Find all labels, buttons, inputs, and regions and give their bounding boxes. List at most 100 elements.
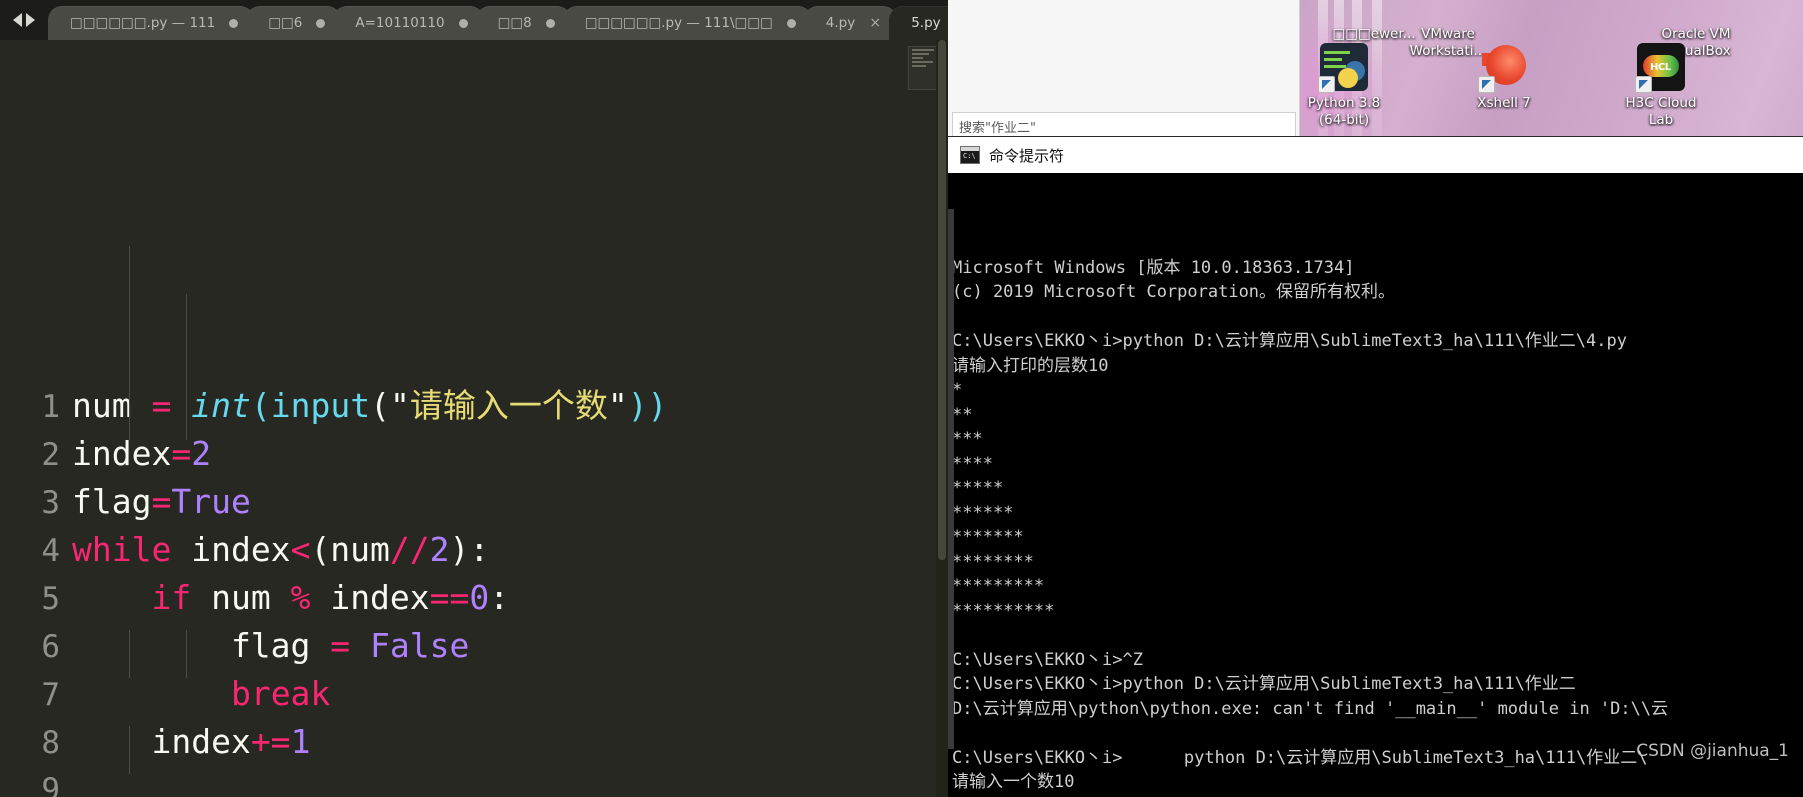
code-line-text[interactable]: if num % index==0: — [72, 574, 948, 622]
code-line-text[interactable]: num = int(input("请输入一个数")) — [72, 382, 948, 430]
code-token: index — [72, 434, 172, 473]
code-line[interactable]: 8 index+=1 — [0, 718, 948, 766]
cmd-scrollbar[interactable] — [948, 209, 954, 749]
code-line-text[interactable]: while index<(num//2): — [72, 526, 948, 574]
code-editor[interactable]: 1 num = int(input("请输入一个数")) 2 index=2 3 flag… — [0, 40, 948, 797]
vmware-icon — [1424, 0, 1472, 22]
tab-modified-dot-icon[interactable] — [316, 18, 326, 28]
cmd-title-bar[interactable]: 命令提示符 — [948, 137, 1803, 173]
tab-modified-dot-icon[interactable] — [458, 18, 468, 28]
tab-close-icon[interactable]: × — [869, 16, 881, 30]
code-token: flag — [72, 482, 152, 521]
code-token: input — [270, 386, 371, 425]
line-number: 8 — [41, 725, 60, 761]
watermark: CSDN @jianhua_1 — [1636, 741, 1789, 761]
code-token: 0 — [469, 578, 490, 617]
tab-modified-dot-icon[interactable] — [786, 18, 796, 28]
code-line-text[interactable]: flag=True — [72, 478, 948, 526]
editor-tab[interactable]: □□□□□□.py — 111\□□□ — [562, 6, 812, 40]
desktop-icon-xshell[interactable]: Xshell 7 — [1456, 43, 1552, 112]
cmd-line: C:\Users\EKKO丶i>python D:\云计算应用\SublimeT… — [952, 331, 1627, 351]
editor-tab[interactable]: A=10110110 — [333, 6, 484, 40]
code-token: : — [489, 578, 510, 617]
code-token: )) — [627, 386, 668, 425]
code-line[interactable]: 5 if num % index==0: — [0, 574, 948, 622]
explorer-search-input[interactable]: 搜索"作业二" — [952, 112, 1296, 138]
tab-bar[interactable]: □□□□□□.py — 111 □□6 A=10110110 □□8 □□□□□□.py… — [0, 0, 948, 40]
code-token: num — [72, 386, 152, 425]
code-token: flag — [72, 626, 331, 665]
code-token: 2 — [191, 434, 212, 473]
cmd-line: ** — [952, 404, 973, 425]
code-token: = — [330, 626, 351, 665]
command-prompt-icon — [960, 146, 980, 164]
xshell-icon — [1478, 43, 1528, 93]
code-token: False — [370, 626, 470, 665]
editor-tab[interactable]: 5.py× — [889, 6, 948, 40]
line-number: 9 — [41, 772, 60, 797]
tab-modified-dot-icon[interactable] — [545, 18, 555, 28]
editor-tab[interactable]: □□6 — [246, 6, 342, 40]
cmd-line: C:\Users\EKKO丶i>python D:\云计算应用\SublimeT… — [952, 674, 1576, 694]
code-line-text[interactable]: flag = False — [72, 622, 948, 670]
cmd-line: D:\云计算应用\python\python.exe: can't find '… — [952, 698, 1669, 719]
code-line[interactable]: 6 flag = False — [0, 622, 948, 670]
code-line[interactable]: 3 flag=True — [0, 478, 948, 526]
screen: □□□ewer... VMware Workstati... Oracle VM… — [0, 0, 1803, 797]
code-line-text[interactable]: index+=1 — [72, 718, 948, 766]
code-token: break — [230, 674, 331, 713]
editor-tab[interactable]: □□8 — [475, 6, 571, 40]
code-token: = — [171, 434, 192, 473]
editor-tab-label: □□□□□□.py — 111\□□□ — [584, 15, 773, 31]
tab-nav-arrows[interactable] — [0, 0, 48, 40]
code-token: num — [191, 578, 291, 617]
code-token: % — [290, 578, 311, 617]
desktop-icon-h3c[interactable]: HCL H3C Cloud Lab — [1613, 43, 1709, 129]
code-token: ( — [370, 386, 390, 425]
code-line[interactable]: 2 index=2 — [0, 430, 948, 478]
code-token: < — [290, 530, 311, 569]
code-line[interactable]: 4 while index<(num//2): — [0, 526, 948, 574]
code-token: (num — [310, 530, 390, 569]
editor-tab[interactable]: 4.py × — [803, 6, 898, 40]
cmd-output-area[interactable]: Microsoft Windows [版本 10.0.18363.1734] (c… — [948, 173, 1803, 797]
cmd-line: ****** — [952, 502, 1014, 523]
code-token: while — [72, 530, 172, 569]
editor-tab[interactable]: □□□□□□.py — 111 — [48, 6, 255, 40]
code-line-text[interactable]: break — [72, 670, 948, 718]
code-line[interactable]: 1 num = int(input("请输入一个数")) — [0, 382, 948, 430]
code-token: ( — [250, 386, 271, 425]
editor-tab-label: □□8 — [497, 15, 532, 31]
code-token: index — [310, 578, 430, 617]
cmd-line: ********** — [952, 600, 1055, 621]
code-content[interactable]: 1 num = int(input("请输入一个数")) 2 index=2 3 flag… — [0, 40, 948, 797]
cmd-line: ******** — [952, 551, 1034, 572]
code-token: // — [389, 530, 430, 569]
cmd-line: ********* — [952, 576, 1045, 596]
code-line[interactable]: 9 — [0, 766, 948, 797]
desktop-icon-label: Python 3.8 (64-bit) — [1307, 95, 1381, 128]
desktop-icon-python[interactable]: Python 3.8 (64-bit) — [1296, 43, 1392, 129]
code-line[interactable]: 7 break — [0, 670, 948, 718]
h3c-icon: HCL — [1635, 43, 1685, 93]
code-line-text[interactable]: index=2 — [72, 430, 948, 478]
cmd-line: ***** — [952, 478, 1004, 498]
code-token: 1 — [290, 722, 311, 761]
editor-scrollbar[interactable] — [936, 40, 948, 797]
editor-scrollbar-thumb[interactable] — [938, 40, 946, 560]
file-explorer-window[interactable]: 搜索"作业二" — [948, 0, 1300, 143]
command-prompt-window[interactable]: 命令提示符 Microsoft Windows [版本 10.0.18363.1… — [948, 137, 1803, 797]
editor-tab-label: 4.py — [825, 15, 856, 31]
code-token: " — [607, 386, 628, 425]
tab-modified-dot-icon[interactable] — [229, 18, 239, 28]
code-token: == — [429, 578, 470, 617]
sublime-text-window[interactable]: □□□□□□.py — 111 □□6 A=10110110 □□8 □□□□□□.py… — [0, 0, 948, 797]
tab-prev-icon[interactable] — [13, 13, 22, 27]
vieviewer-icon — [1350, 0, 1398, 22]
tab-next-icon[interactable] — [26, 13, 35, 27]
code-token: = — [151, 482, 172, 521]
code-token: int — [191, 386, 251, 425]
editor-tab-label: A=10110110 — [355, 15, 445, 31]
